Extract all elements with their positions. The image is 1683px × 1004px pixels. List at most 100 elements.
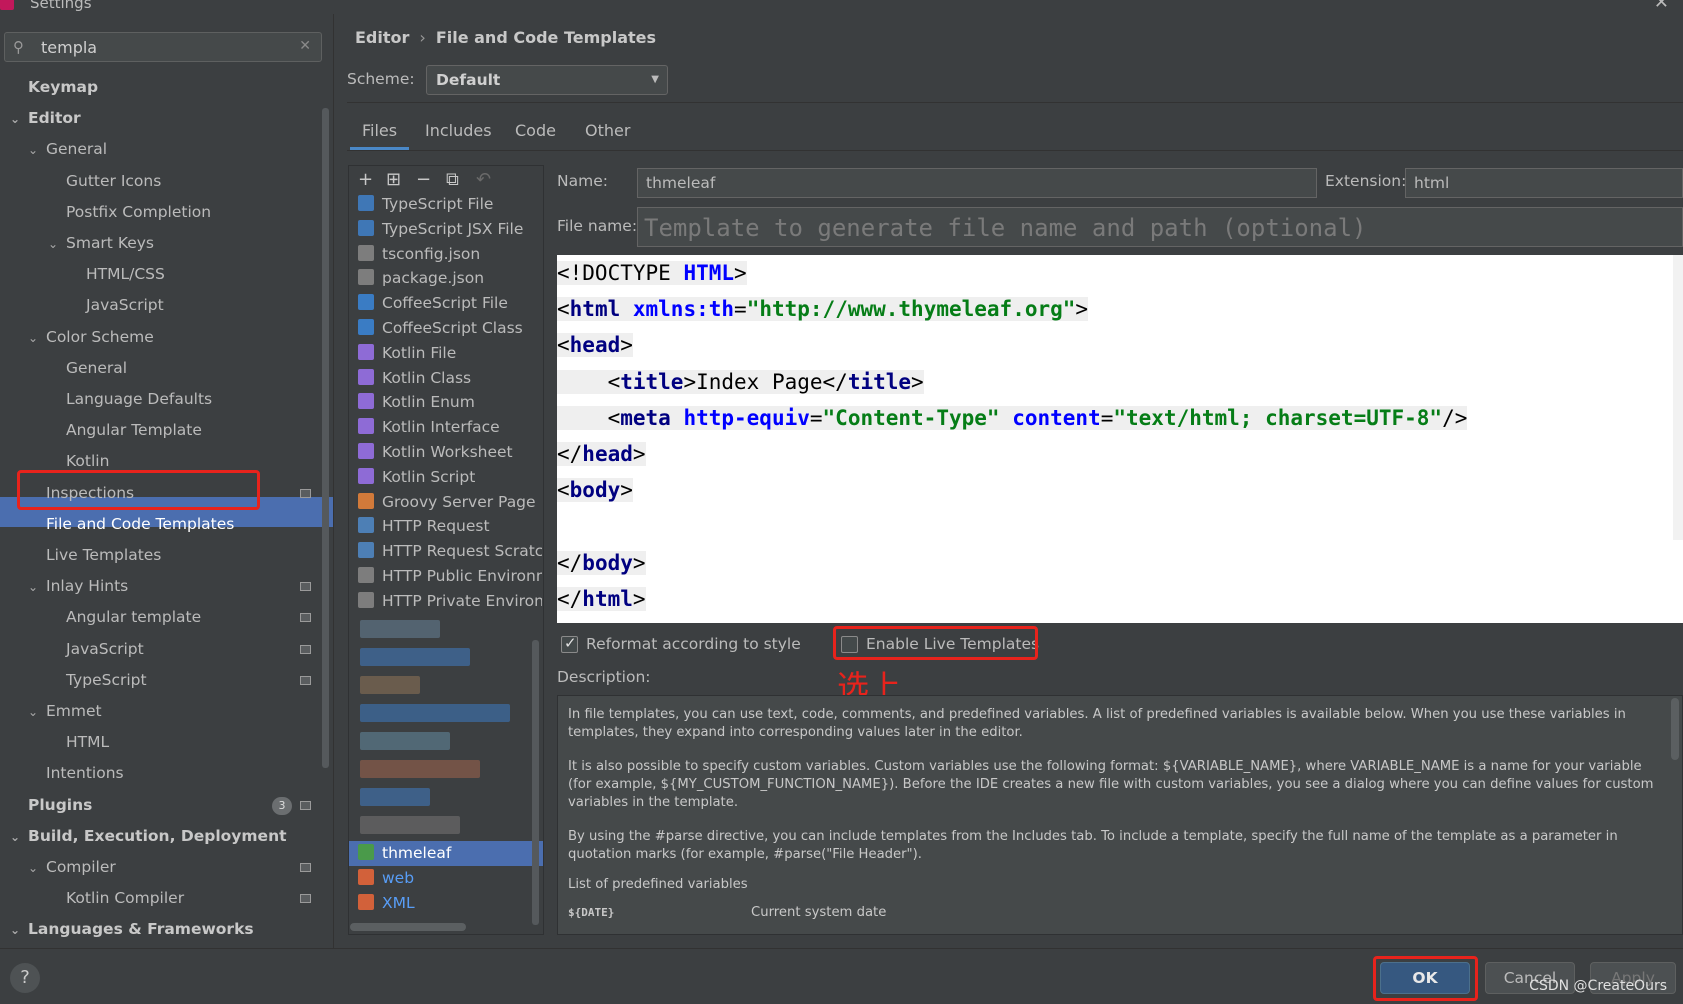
sidebar-item[interactable]: ⌄ Build, Execution, Deployment <box>10 822 287 851</box>
sidebar-item[interactable]: Postfix Completion <box>48 198 211 227</box>
api-file-icon <box>358 517 374 534</box>
code-line: <html xmlns:th="http://www.thymeleaf.org… <box>557 291 1089 327</box>
extension-field[interactable]: html <box>1405 168 1683 198</box>
sidebar-item[interactable]: ⌄ Inlay Hints <box>28 572 128 601</box>
sidebar-item[interactable]: JavaScript <box>48 635 144 664</box>
template-list-item[interactable]: web <box>358 866 542 891</box>
sidebar-item[interactable]: ⌄ Emmet <box>28 697 102 726</box>
code-token: "text/html; charset=UTF-8" <box>1113 405 1443 430</box>
code-token: > <box>1075 297 1089 322</box>
chevron-down-icon[interactable]: ⌄ <box>28 573 46 602</box>
template-list-item[interactable]: Kotlin Class <box>358 366 542 391</box>
clear-search-icon[interactable]: ✕ <box>299 38 311 54</box>
breadcrumb-parent[interactable]: Editor <box>355 28 409 47</box>
chevron-down-icon[interactable]: ⌄ <box>28 136 46 165</box>
chevron-down-icon[interactable]: ⌄ <box>10 105 28 134</box>
template-list-item[interactable]: CoffeeScript Class <box>358 316 542 341</box>
template-list-item[interactable]: CoffeeScript File <box>358 291 542 316</box>
ts-file-icon <box>358 195 374 211</box>
sidebar-item[interactable]: TypeScript <box>48 666 147 695</box>
json-file-icon <box>358 567 374 583</box>
html-file-icon <box>358 844 374 860</box>
template-list-item[interactable]: package.json <box>358 266 542 291</box>
add-template-icon[interactable]: + <box>358 169 373 190</box>
sidebar-item[interactable]: ⌄ General <box>28 135 107 164</box>
template-list-item[interactable]: Kotlin Enum <box>358 390 542 415</box>
template-list-item[interactable]: HTTP Public Environment <box>358 564 542 589</box>
code-line-content: <body> <box>557 478 633 503</box>
code-token: < <box>557 297 570 322</box>
chevron-down-icon[interactable]: ⌄ <box>10 823 28 852</box>
sidebar-item[interactable]: ⌄ Compiler <box>28 853 116 882</box>
template-list-item-label: CoffeeScript Class <box>382 319 523 337</box>
reformat-checkbox[interactable] <box>561 634 578 653</box>
template-list-item[interactable]: HTTP Private Environment <box>358 589 542 614</box>
tab-includes[interactable]: Includes <box>413 116 504 150</box>
description-scrollbar[interactable] <box>1671 698 1679 760</box>
template-list-vscrollbar[interactable] <box>532 640 539 925</box>
coffee-file-icon <box>358 319 374 335</box>
copy-template-icon[interactable]: ⧉ <box>446 169 459 190</box>
scheme-select[interactable]: Default ▼ <box>426 65 668 95</box>
template-list-item[interactable]: XML <box>358 891 542 916</box>
sidebar-item[interactable]: Kotlin Compiler <box>48 884 184 913</box>
project-scope-icon <box>300 582 311 592</box>
chevron-down-icon[interactable]: ⌄ <box>28 854 46 883</box>
template-list-item[interactable]: TypeScript File <box>358 192 542 217</box>
sidebar-item[interactable]: Angular Template <box>48 416 202 445</box>
sidebar-item[interactable]: ⌄ Color Scheme <box>28 323 154 352</box>
template-list-item[interactable]: tsconfig.json <box>358 242 542 267</box>
panel-divider[interactable] <box>333 14 334 948</box>
project-scope-icon <box>300 613 311 623</box>
template-code-editor[interactable]: <!DOCTYPE HTML> <html xmlns:th="http://ww… <box>557 255 1683 623</box>
template-list-item[interactable]: HTTP Request <box>358 514 542 539</box>
add-child-template-icon[interactable]: ⊞ <box>386 169 401 190</box>
template-list-item[interactable]: Kotlin File <box>358 341 542 366</box>
sidebar-item[interactable]: Gutter Icons <box>48 167 161 196</box>
code-token: < <box>557 369 621 394</box>
help-button[interactable]: ? <box>10 963 40 993</box>
template-list-item[interactable]: TypeScript JSX File <box>358 217 542 242</box>
sidebar-item[interactable]: File and Code Templates <box>28 510 234 539</box>
reset-template-icon[interactable]: ↶ <box>476 169 491 190</box>
template-list-item[interactable]: Kotlin Interface <box>358 415 542 440</box>
tab-files[interactable]: Files <box>350 116 410 150</box>
template-list-item[interactable]: Groovy Server Page <box>358 490 542 515</box>
chevron-down-icon[interactable]: ⌄ <box>10 916 28 945</box>
sidebar-item[interactable]: HTML <box>48 728 109 757</box>
window-title: Settings <box>30 0 92 12</box>
search-input[interactable]: ⚲ templa ✕ <box>4 32 322 62</box>
sidebar-scrollbar[interactable] <box>322 108 329 768</box>
sidebar-item[interactable]: General <box>48 354 127 383</box>
api-file-icon <box>358 542 374 559</box>
chevron-down-icon[interactable]: ⌄ <box>48 230 66 259</box>
sidebar-item[interactable]: Language Defaults <box>48 385 212 414</box>
template-list-item[interactable]: Kotlin Script <box>358 465 542 490</box>
sidebar-item[interactable]: HTML/CSS <box>68 260 165 289</box>
template-list-item[interactable]: Kotlin Worksheet <box>358 440 542 465</box>
sidebar-item[interactable]: ⌄ Languages & Frameworks <box>10 915 254 944</box>
sidebar-item-label: Language Defaults <box>66 390 213 408</box>
close-icon[interactable]: ✕ <box>1654 0 1669 13</box>
filename-field[interactable]: Template to generate file name and path … <box>637 207 1683 247</box>
sidebar-item[interactable]: ⌄ Editor <box>10 104 81 133</box>
name-field[interactable]: thmeleaf <box>637 168 1317 198</box>
sidebar-item[interactable]: Live Templates <box>28 541 161 570</box>
sidebar-item-label: Compiler <box>46 858 116 876</box>
chevron-down-icon[interactable]: ⌄ <box>28 698 46 727</box>
template-list-item[interactable]: thmeleaf <box>358 841 542 866</box>
sidebar-item[interactable]: Intentions <box>28 759 124 788</box>
remove-template-icon[interactable]: − <box>416 169 431 190</box>
sidebar-item[interactable]: Keymap <box>10 73 98 102</box>
tab-other[interactable]: Other <box>573 116 642 150</box>
template-list-item[interactable]: HTTP Request Scratch <box>358 539 542 564</box>
sidebar-item[interactable]: ⌄ Smart Keys <box>48 229 154 258</box>
editor-scrollbar[interactable] <box>1673 255 1683 540</box>
sidebar-item-label: File and Code Templates <box>46 514 235 533</box>
template-list-hscrollbar[interactable] <box>350 923 466 931</box>
sidebar-item[interactable]: JavaScript <box>68 291 164 320</box>
sidebar-item[interactable]: Plugins <box>10 791 92 820</box>
tab-code[interactable]: Code <box>503 116 568 150</box>
chevron-down-icon[interactable]: ⌄ <box>28 324 46 353</box>
sidebar-item[interactable]: Angular template <box>48 603 201 632</box>
